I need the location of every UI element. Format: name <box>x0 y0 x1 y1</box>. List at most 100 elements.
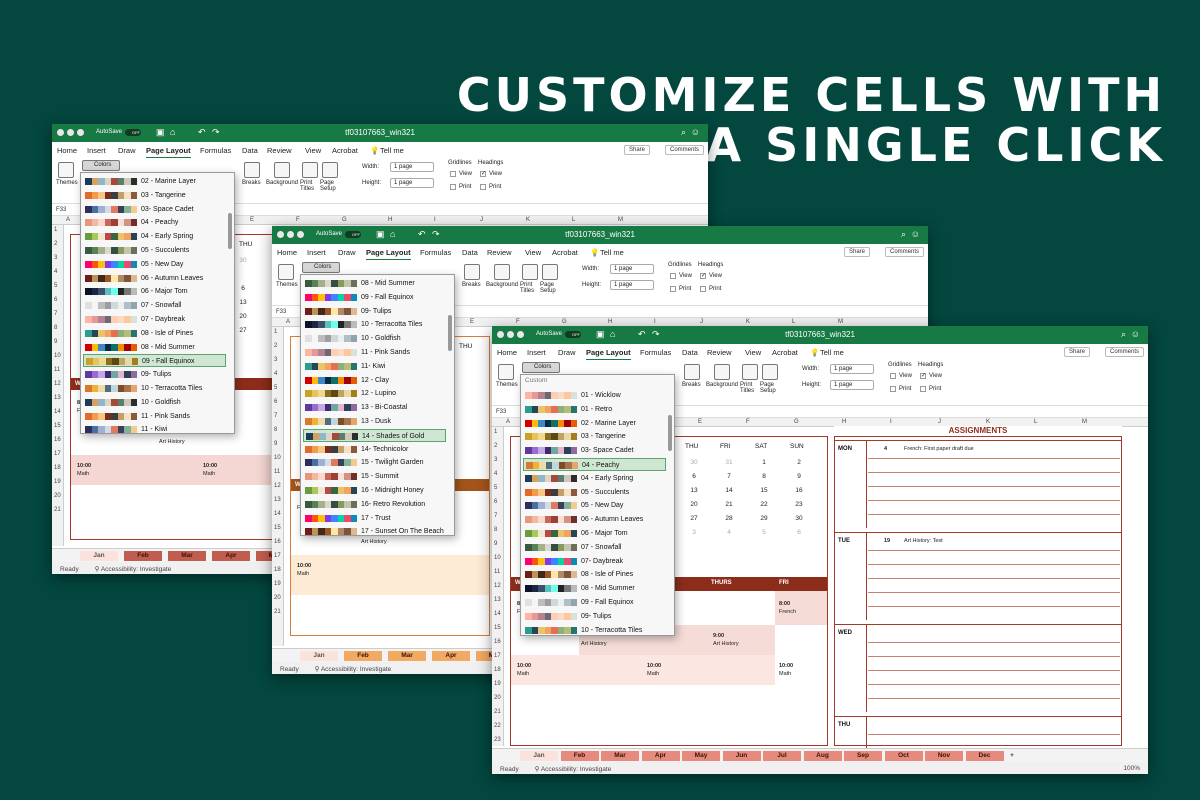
color-scheme-item[interactable]: 07 - Snowfall <box>523 541 666 554</box>
column-header[interactable]: K <box>746 319 750 325</box>
row-header[interactable]: 12 <box>54 381 61 387</box>
calendar-date[interactable]: 27 <box>687 515 701 522</box>
assignment-line[interactable] <box>868 458 1120 459</box>
sheet-tab[interactable]: Mar <box>388 651 426 661</box>
status-accessibility[interactable]: Accessibility: Investigate <box>541 766 611 773</box>
column-header[interactable]: L <box>572 217 575 223</box>
calendar-date[interactable]: 14 <box>722 487 736 494</box>
row-header[interactable]: 7 <box>494 513 497 519</box>
row-header[interactable]: 6 <box>274 399 277 405</box>
row-header[interactable]: 12 <box>494 583 501 589</box>
column-header[interactable]: E <box>698 419 702 425</box>
color-scheme-item[interactable]: 05 - New Day <box>523 499 666 512</box>
menu-view[interactable]: View <box>525 248 541 257</box>
name-box[interactable]: F33 <box>56 207 66 213</box>
column-header[interactable]: I <box>434 217 436 223</box>
row-header[interactable]: 2 <box>494 443 497 449</box>
color-scheme-item[interactable]: 08 - Isle of Pines <box>523 568 666 581</box>
sheet-tab[interactable]: Nov <box>925 751 963 761</box>
assignment-line[interactable] <box>868 684 1120 685</box>
color-scheme-item[interactable]: 06 - Major Tom <box>523 527 666 540</box>
colors-dropdown[interactable]: Custom 01 - Wicklow 01 - Retro 02 - Marine … <box>520 374 675 636</box>
row-header[interactable]: 18 <box>274 567 281 573</box>
width-select[interactable]: 1 page <box>830 364 874 374</box>
sheet-tab[interactable]: Dec <box>965 751 1004 761</box>
calendar-date[interactable]: 22 <box>757 501 771 508</box>
print-titles-icon[interactable] <box>302 162 318 178</box>
assignment-line[interactable] <box>868 500 1120 501</box>
column-header[interactable]: F <box>516 319 520 325</box>
name-box[interactable]: F33 <box>496 409 506 415</box>
share-button[interactable]: Share <box>1063 347 1090 357</box>
row-header[interactable]: 17 <box>494 653 501 659</box>
colors-dropdown[interactable]: 08 - Mid Summer 09 - Fall Equinox 09- Tuli… <box>300 274 455 536</box>
color-scheme-item[interactable]: 02 - Marine Layer <box>83 175 226 188</box>
color-scheme-item[interactable]: 05 - Succulents <box>523 486 666 499</box>
row-header[interactable]: 20 <box>54 493 61 499</box>
column-header[interactable]: G <box>342 217 347 223</box>
height-select[interactable]: 1 page <box>610 280 654 290</box>
sheet-tab[interactable]: Apr <box>432 651 470 661</box>
sheet-tab[interactable]: Mar <box>168 551 206 561</box>
menu-home[interactable]: Home <box>277 248 297 257</box>
row-header[interactable]: 20 <box>494 695 501 701</box>
color-scheme-item[interactable]: 11 - Pink Sands <box>83 410 226 423</box>
row-header[interactable]: 8 <box>494 527 497 533</box>
row-header[interactable]: 2 <box>274 343 277 349</box>
color-scheme-item[interactable]: 07 - Daybreak <box>83 313 226 326</box>
row-header[interactable]: 17 <box>274 553 281 559</box>
menu-draw[interactable]: Draw <box>118 146 136 155</box>
calendar-date[interactable]: 23 <box>792 501 806 508</box>
menu-view[interactable]: View <box>305 146 321 155</box>
row-header[interactable]: 19 <box>274 581 281 587</box>
calendar-date[interactable]: 5 <box>757 529 771 536</box>
assignment-line[interactable] <box>868 656 1120 657</box>
column-header[interactable]: L <box>1034 419 1037 425</box>
row-header[interactable]: 4 <box>54 269 57 275</box>
row-header[interactable]: 10 <box>274 455 281 461</box>
calendar-date[interactable]: 1 <box>757 459 771 466</box>
color-scheme-item[interactable]: 11 - Kiwi <box>83 423 226 433</box>
calendar-date[interactable]: 7 <box>722 473 736 480</box>
color-scheme-item[interactable]: 16 - Midnight Honey <box>303 484 446 497</box>
row-header[interactable]: 11 <box>274 469 280 475</box>
row-header[interactable]: 1 <box>54 227 57 233</box>
calendar-date[interactable]: 4 <box>722 529 736 536</box>
row-header[interactable]: 11 <box>494 569 500 575</box>
headings-print-checkbox[interactable] <box>920 386 926 392</box>
column-header[interactable]: A <box>286 319 290 325</box>
column-header[interactable]: J <box>700 319 703 325</box>
menu-formulas[interactable]: Formulas <box>200 146 231 155</box>
color-scheme-item[interactable]: 04 - Peachy <box>83 216 226 229</box>
headings-print-checkbox[interactable] <box>700 286 706 292</box>
row-header[interactable]: 18 <box>494 667 501 673</box>
menu-insert[interactable]: Insert <box>87 146 106 155</box>
row-header[interactable]: 3 <box>54 255 57 261</box>
row-header[interactable]: 21 <box>494 709 501 715</box>
row-header[interactable]: 8 <box>274 427 277 433</box>
color-scheme-item[interactable]: 06 - Major Tom <box>83 285 226 298</box>
height-select[interactable]: 1 page <box>390 178 434 188</box>
color-scheme-item[interactable]: 04 - Early Spring <box>83 230 226 243</box>
color-scheme-item[interactable]: 15 - Summit <box>303 470 446 483</box>
assignment-line[interactable] <box>868 698 1120 699</box>
sheet-tab[interactable]: Aug <box>803 751 842 761</box>
gridlines-view-checkbox[interactable] <box>670 273 676 279</box>
color-scheme-item[interactable]: 11 - Pink Sands <box>303 346 446 359</box>
column-header[interactable]: G <box>794 419 799 425</box>
color-scheme-item[interactable]: 01 - Retro <box>523 403 666 416</box>
menu-acrobat[interactable]: Acrobat <box>332 146 358 155</box>
sheet-tab[interactable]: Jan <box>520 751 558 761</box>
calendar-date[interactable]: 16 <box>792 487 806 494</box>
background-icon[interactable] <box>714 364 730 380</box>
row-header[interactable]: 21 <box>54 507 61 513</box>
row-header[interactable]: 13 <box>494 597 501 603</box>
dropdown-scrollbar[interactable] <box>228 213 232 249</box>
column-header[interactable]: M <box>838 319 843 325</box>
breaks-icon[interactable] <box>464 264 480 280</box>
sheet-tab[interactable]: Jun <box>722 751 761 761</box>
width-select[interactable]: 1 page <box>390 162 434 172</box>
calendar-date[interactable]: 29 <box>757 515 771 522</box>
assignment-line[interactable] <box>868 514 1120 515</box>
menu-draw[interactable]: Draw <box>558 348 576 357</box>
